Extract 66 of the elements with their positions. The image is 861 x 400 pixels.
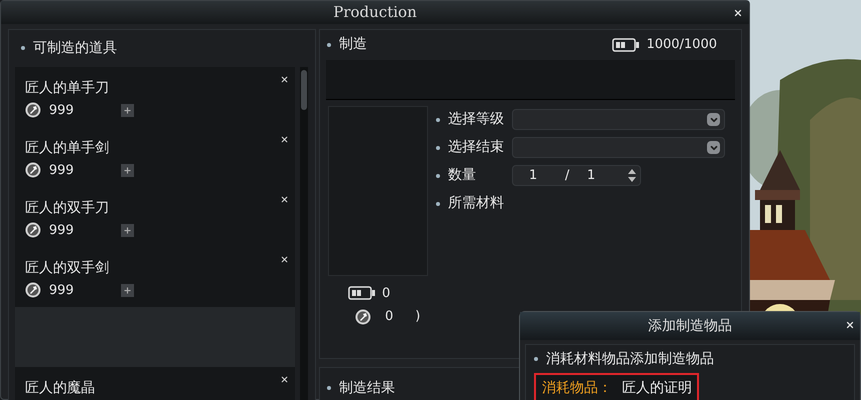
battery-icon bbox=[348, 286, 376, 300]
energy-value: 1000/1000 bbox=[646, 36, 717, 54]
item-count: 999 bbox=[49, 162, 75, 180]
plus-icon bbox=[123, 106, 132, 115]
battery-icon bbox=[612, 38, 640, 52]
dialog-title: 添加制造物品 bbox=[648, 316, 732, 336]
item-name: 匠人的魔晶 bbox=[25, 380, 95, 396]
dialog-subtitle: 消耗材料物品添加制造物品 bbox=[546, 350, 714, 368]
coin-cost: 0 bbox=[385, 308, 394, 326]
field-label: 选择结束 bbox=[448, 138, 504, 157]
plus-icon bbox=[123, 166, 132, 175]
close-icon bbox=[280, 75, 288, 84]
quantity-separator: / bbox=[565, 166, 570, 185]
remove-button[interactable] bbox=[279, 194, 289, 204]
close-icon bbox=[280, 255, 288, 264]
hammer-coin-icon bbox=[25, 282, 41, 298]
hammer-coin-icon bbox=[25, 222, 41, 238]
scrollbar[interactable] bbox=[300, 66, 308, 400]
hammer-coin-icon bbox=[25, 102, 41, 118]
panel-title: 制造结果 bbox=[339, 378, 395, 398]
panel-title: 可制造的道具 bbox=[33, 38, 117, 58]
remove-button[interactable] bbox=[279, 374, 289, 384]
consume-label: 消耗物品： bbox=[542, 378, 612, 398]
add-button[interactable] bbox=[121, 104, 134, 117]
close-icon bbox=[280, 135, 288, 144]
close-button[interactable] bbox=[844, 319, 856, 331]
energy-cost: 0 bbox=[382, 284, 390, 302]
field-label: 所需材料 bbox=[448, 194, 504, 213]
panel-title: 制造 bbox=[339, 35, 367, 54]
plus-icon bbox=[123, 226, 132, 235]
remove-button[interactable] bbox=[279, 254, 289, 264]
spinner-icon bbox=[628, 169, 636, 182]
remove-button[interactable] bbox=[279, 74, 289, 84]
craftable-item[interactable]: 匠人的双手刀 999 bbox=[15, 186, 295, 246]
close-icon bbox=[845, 320, 855, 330]
dropdown[interactable] bbox=[512, 109, 725, 130]
remove-button[interactable] bbox=[279, 134, 289, 144]
item-name: 匠人的单手剑 bbox=[25, 140, 109, 156]
craftable-item[interactable]: 匠人的单手刀 999 bbox=[15, 66, 295, 126]
craftable-item[interactable]: 匠人的单手剑 999 bbox=[15, 126, 295, 186]
field-label: 数量 bbox=[448, 166, 476, 185]
item-count: 999 bbox=[49, 222, 75, 240]
dropdown[interactable] bbox=[512, 137, 725, 158]
quantity-stepper[interactable]: 1 / 1 bbox=[512, 165, 641, 186]
quantity-max: 1 bbox=[587, 166, 596, 185]
craftable-item[interactable]: 匠人的双手剑 999 bbox=[15, 246, 295, 306]
item-count: 999 bbox=[49, 102, 75, 120]
item-name: 匠人的单手刀 bbox=[25, 80, 109, 96]
plus-icon bbox=[123, 286, 132, 295]
consume-value: 匠人的证明 bbox=[622, 378, 692, 398]
close-icon bbox=[280, 375, 288, 384]
quantity-value: 1 bbox=[529, 166, 538, 185]
close-icon bbox=[733, 8, 743, 18]
add-button[interactable] bbox=[121, 224, 134, 237]
close-icon bbox=[280, 195, 288, 204]
item-count: 999 bbox=[49, 282, 75, 300]
add-button[interactable] bbox=[121, 164, 134, 177]
bracket-text: ) bbox=[415, 308, 420, 326]
field-label: 选择等级 bbox=[448, 110, 504, 129]
hammer-coin-icon bbox=[25, 162, 41, 178]
craftable-item[interactable]: 匠人的魔晶 bbox=[15, 366, 295, 400]
item-name: 匠人的双手剑 bbox=[25, 260, 109, 276]
window-title: Production bbox=[333, 2, 417, 23]
hammer-coin-icon bbox=[355, 308, 371, 325]
item-name: 匠人的双手刀 bbox=[25, 200, 109, 216]
add-button[interactable] bbox=[121, 284, 134, 297]
